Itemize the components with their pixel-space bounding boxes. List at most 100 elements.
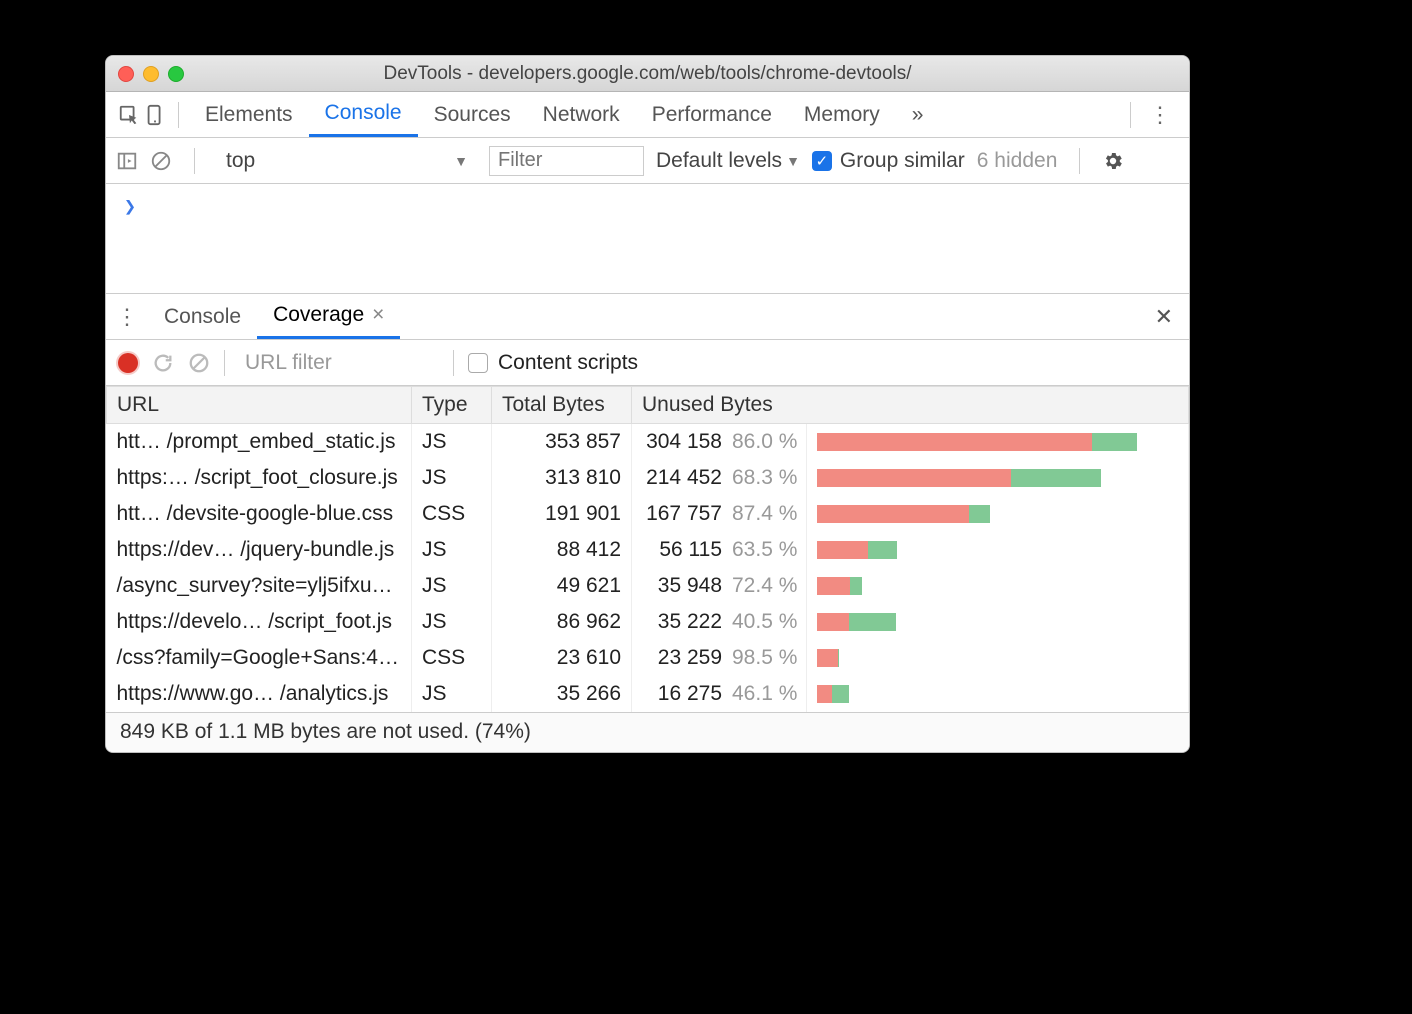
tab-sources[interactable]: Sources — [418, 92, 527, 137]
cell-url: https://develo… /script_foot.js — [107, 604, 412, 640]
cell-total-bytes: 313 810 — [492, 460, 632, 496]
execution-context-select[interactable]: top ▼ — [217, 148, 477, 174]
cell-total-bytes: 35 266 — [492, 676, 632, 712]
cell-url: https://dev… /jquery-bundle.js — [107, 532, 412, 568]
col-header-total[interactable]: Total Bytes — [492, 387, 632, 424]
cell-url: htt… /prompt_embed_static.js — [107, 424, 412, 460]
console-sidebar-toggle-icon[interactable] — [116, 150, 138, 172]
table-row[interactable]: /css?family=Google+Sans:400CSS23 61023 2… — [107, 640, 1189, 676]
drawer-close-icon[interactable]: ✕ — [1149, 304, 1179, 330]
clear-coverage-icon[interactable] — [188, 352, 210, 374]
cell-unused-bytes: 56 11563.5 % — [632, 532, 807, 568]
zoom-window-icon[interactable] — [168, 66, 184, 82]
cell-type: JS — [412, 424, 492, 460]
tab-performance[interactable]: Performance — [636, 92, 788, 137]
reload-icon[interactable] — [152, 352, 174, 374]
cell-unused-bytes: 304 15886.0 % — [632, 424, 807, 460]
cell-total-bytes: 191 901 — [492, 496, 632, 532]
cell-type: JS — [412, 532, 492, 568]
cell-usage-bar — [807, 460, 1189, 496]
devtools-window: DevTools - developers.google.com/web/too… — [105, 55, 1190, 753]
coverage-status: 849 KB of 1.1 MB bytes are not used. (74… — [106, 712, 1189, 752]
cell-unused-bytes: 214 45268.3 % — [632, 460, 807, 496]
table-row[interactable]: htt… /devsite-google-blue.cssCSS191 9011… — [107, 496, 1189, 532]
table-header-row: URL Type Total Bytes Unused Bytes — [107, 387, 1189, 424]
cell-total-bytes: 88 412 — [492, 532, 632, 568]
tab-network[interactable]: Network — [527, 92, 636, 137]
cell-unused-bytes: 23 25998.5 % — [632, 640, 807, 676]
drawer-more-icon[interactable]: ⋮ — [116, 304, 148, 330]
cell-type: JS — [412, 676, 492, 712]
console-output[interactable]: ❯ — [106, 184, 1189, 294]
inspect-element-icon[interactable] — [116, 104, 142, 126]
tab-memory[interactable]: Memory — [788, 92, 896, 137]
table-row[interactable]: https://dev… /jquery-bundle.jsJS88 41256… — [107, 532, 1189, 568]
cell-url: https:… /script_foot_closure.js — [107, 460, 412, 496]
cell-type: JS — [412, 604, 492, 640]
table-row[interactable]: https:… /script_foot_closure.jsJS313 810… — [107, 460, 1189, 496]
content-scripts-toggle[interactable]: Content scripts — [468, 351, 638, 375]
more-options-icon[interactable]: ⋮ — [1141, 102, 1179, 128]
cell-usage-bar — [807, 604, 1189, 640]
separator — [224, 350, 225, 376]
cell-total-bytes: 23 610 — [492, 640, 632, 676]
cell-url: /async_survey?site=ylj5ifxusvv — [107, 568, 412, 604]
main-tabbar: ElementsConsoleSourcesNetworkPerformance… — [106, 92, 1189, 138]
cell-type: CSS — [412, 496, 492, 532]
hidden-messages-count[interactable]: 6 hidden — [977, 149, 1058, 173]
clear-console-icon[interactable] — [150, 150, 172, 172]
checkbox-unchecked-icon — [468, 353, 488, 373]
separator — [1079, 148, 1080, 174]
cell-usage-bar — [807, 424, 1189, 460]
cell-type: CSS — [412, 640, 492, 676]
cell-unused-bytes: 35 94872.4 % — [632, 568, 807, 604]
console-filter-input[interactable] — [489, 146, 644, 176]
tab-overflow[interactable]: » — [896, 92, 940, 137]
console-prompt-icon: ❯ — [124, 194, 136, 218]
coverage-toolbar: URL filter Content scripts — [106, 340, 1189, 386]
cell-usage-bar — [807, 496, 1189, 532]
window-title: DevTools - developers.google.com/web/too… — [106, 63, 1189, 85]
drawer-tab-coverage[interactable]: Coverage× — [257, 294, 400, 339]
cell-usage-bar — [807, 640, 1189, 676]
cell-type: JS — [412, 460, 492, 496]
col-header-unused[interactable]: Unused Bytes — [632, 387, 1189, 424]
coverage-table: URL Type Total Bytes Unused Bytes htt… /… — [106, 386, 1189, 712]
log-levels-select[interactable]: Default levels ▼ — [656, 149, 800, 173]
execution-context-value: top — [226, 149, 255, 173]
separator — [453, 350, 454, 376]
minimize-window-icon[interactable] — [143, 66, 159, 82]
tab-console[interactable]: Console — [309, 92, 418, 137]
group-similar-toggle[interactable]: ✓ Group similar — [812, 149, 965, 173]
table-row[interactable]: https://develo… /script_foot.jsJS86 9623… — [107, 604, 1189, 640]
chevron-down-icon: ▼ — [454, 153, 468, 169]
table-row[interactable]: https://www.go… /analytics.jsJS35 26616 … — [107, 676, 1189, 712]
table-row[interactable]: /async_survey?site=ylj5ifxusvvJS49 62135… — [107, 568, 1189, 604]
separator — [194, 148, 195, 174]
drawer-tab-console[interactable]: Console — [148, 294, 257, 339]
cell-url: https://www.go… /analytics.js — [107, 676, 412, 712]
device-toolbar-icon[interactable] — [142, 104, 168, 126]
coverage-url-filter-input[interactable]: URL filter — [239, 351, 439, 375]
close-tab-icon[interactable]: × — [372, 303, 384, 327]
cell-unused-bytes: 16 27546.1 % — [632, 676, 807, 712]
cell-total-bytes: 86 962 — [492, 604, 632, 640]
cell-type: JS — [412, 568, 492, 604]
titlebar: DevTools - developers.google.com/web/too… — [106, 56, 1189, 92]
cell-url: htt… /devsite-google-blue.css — [107, 496, 412, 532]
window-controls — [118, 66, 184, 82]
table-row[interactable]: htt… /prompt_embed_static.jsJS353 857304… — [107, 424, 1189, 460]
close-window-icon[interactable] — [118, 66, 134, 82]
tab-elements[interactable]: Elements — [189, 92, 309, 137]
col-header-type[interactable]: Type — [412, 387, 492, 424]
record-button[interactable] — [118, 353, 138, 373]
console-settings-icon[interactable] — [1102, 150, 1124, 172]
chevron-down-icon: ▼ — [786, 153, 800, 169]
cell-total-bytes: 353 857 — [492, 424, 632, 460]
cell-url: /css?family=Google+Sans:400 — [107, 640, 412, 676]
cell-unused-bytes: 167 75787.4 % — [632, 496, 807, 532]
separator — [178, 102, 179, 128]
separator — [1130, 102, 1131, 128]
cell-unused-bytes: 35 22240.5 % — [632, 604, 807, 640]
col-header-url[interactable]: URL — [107, 387, 412, 424]
